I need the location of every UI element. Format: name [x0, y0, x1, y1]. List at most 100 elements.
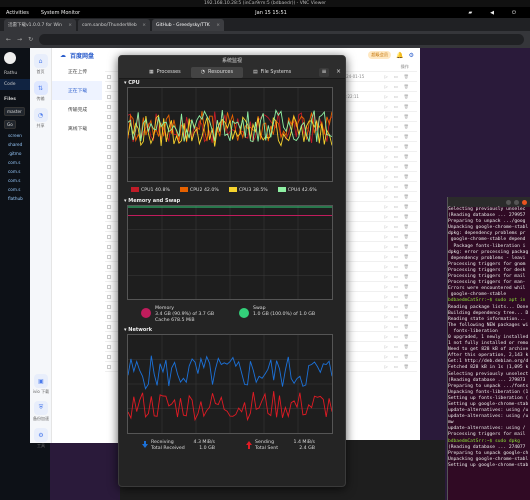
menu-item[interactable]: 离线下载 — [52, 119, 102, 138]
tab-file-systems[interactable]: ▤ File Systems — [243, 67, 301, 78]
play-icon[interactable]: ▷ — [384, 294, 387, 300]
delete-icon[interactable]: 🗑 — [404, 334, 409, 340]
play-icon[interactable]: ▷ — [384, 304, 387, 310]
play-icon[interactable]: ▷ — [384, 194, 387, 200]
transfer-icon[interactable]: ⇅ — [33, 81, 48, 95]
menu-item[interactable]: 传输完成 — [52, 100, 102, 119]
folder-icon[interactable]: ▭ — [394, 114, 398, 120]
play-icon[interactable]: ▷ — [384, 114, 387, 120]
delete-icon[interactable]: 🗑 — [404, 294, 409, 300]
delete-icon[interactable]: 🗑 — [404, 344, 409, 350]
folder-icon[interactable]: ▭ — [394, 354, 398, 360]
url-input[interactable] — [39, 34, 524, 45]
play-icon[interactable]: ▷ — [384, 144, 387, 150]
receiving-icon[interactable] — [141, 441, 149, 449]
close-icon[interactable]: × — [336, 68, 341, 75]
row-checkbox[interactable] — [107, 164, 111, 169]
row-checkbox[interactable] — [107, 194, 111, 199]
play-icon[interactable]: ▷ — [384, 214, 387, 220]
delete-icon[interactable]: 🗑 — [404, 144, 409, 150]
menu-icon[interactable]: ≡ — [319, 68, 329, 77]
row-checkbox[interactable] — [107, 114, 111, 119]
memory-color-swatch[interactable] — [141, 308, 151, 318]
row-checkbox[interactable] — [107, 134, 111, 139]
folder-icon[interactable]: ▭ — [394, 294, 398, 300]
play-icon[interactable]: ▷ — [384, 224, 387, 230]
sending-icon[interactable] — [245, 441, 253, 449]
upgrade-button[interactable]: 超级会员 — [368, 51, 392, 59]
github-logo-icon[interactable] — [4, 52, 16, 64]
play-icon[interactable]: ▷ — [384, 274, 387, 280]
play-icon[interactable]: ▷ — [384, 364, 387, 370]
folder-icon[interactable]: ▭ — [394, 184, 398, 190]
play-icon[interactable]: ▷ — [384, 204, 387, 210]
shield-icon[interactable]: ⛨ — [34, 401, 48, 415]
close-icon[interactable]: × — [216, 23, 220, 28]
row-checkbox[interactable] — [107, 334, 111, 339]
delete-icon[interactable]: 🗑 — [404, 74, 409, 80]
play-icon[interactable]: ▷ — [384, 134, 387, 140]
play-icon[interactable]: ▷ — [384, 254, 387, 260]
play-icon[interactable]: ▷ — [384, 94, 387, 100]
delete-icon[interactable]: 🗑 — [404, 224, 409, 230]
settings-icon[interactable]: ⚙ — [409, 52, 414, 59]
delete-icon[interactable]: 🗑 — [404, 104, 409, 110]
row-checkbox[interactable] — [107, 324, 111, 329]
folder-icon[interactable]: ▭ — [394, 244, 398, 250]
cpu-color-swatch[interactable] — [277, 187, 286, 192]
delete-icon[interactable]: 🗑 — [404, 244, 409, 250]
close-icon[interactable]: × — [142, 23, 146, 28]
play-icon[interactable]: ▷ — [384, 344, 387, 350]
delete-icon[interactable]: 🗑 — [404, 234, 409, 240]
cpu-color-swatch[interactable] — [179, 187, 188, 192]
folder-icon[interactable]: ▭ — [394, 254, 398, 260]
cpu-color-swatch[interactable] — [131, 187, 139, 192]
network-section-header[interactable]: Network — [124, 327, 152, 333]
delete-icon[interactable]: 🗑 — [404, 304, 409, 310]
tab-processes[interactable]: ▦ Processes — [139, 67, 191, 78]
row-checkbox[interactable] — [107, 364, 111, 369]
delete-icon[interactable]: 🗑 — [404, 204, 409, 210]
home-icon[interactable]: ⌂ — [33, 54, 48, 68]
row-checkbox[interactable] — [107, 234, 111, 239]
row-checkbox[interactable] — [107, 224, 111, 229]
memory-section-header[interactable]: Memory and Swap — [124, 198, 180, 204]
menu-item[interactable]: 正在上传 — [52, 62, 102, 81]
play-icon[interactable]: ▷ — [384, 314, 387, 320]
play-icon[interactable]: ▷ — [384, 74, 387, 80]
row-checkbox[interactable] — [107, 84, 111, 89]
play-icon[interactable]: ▷ — [384, 104, 387, 110]
play-icon[interactable]: ▷ — [384, 154, 387, 160]
row-checkbox[interactable] — [107, 284, 111, 289]
app-icon[interactable]: ▣ — [34, 374, 48, 388]
terminal-window[interactable]: Selecting previously unselec (Reading dat… — [447, 197, 530, 500]
clock[interactable]: Jan 15 15:51 — [255, 10, 287, 16]
cpu-color-swatch[interactable] — [228, 187, 237, 192]
folder-icon[interactable]: ▭ — [394, 274, 398, 280]
folder-icon[interactable]: ▭ — [394, 154, 398, 160]
delete-icon[interactable]: 🗑 — [404, 114, 409, 120]
delete-icon[interactable]: 🗑 — [404, 94, 409, 100]
bell-icon[interactable]: 🔔 — [396, 52, 403, 59]
reload-icon[interactable]: ↻ — [28, 36, 33, 43]
forward-icon[interactable]: → — [17, 36, 22, 43]
close-icon[interactable]: × — [68, 23, 72, 28]
play-icon[interactable]: ▷ — [384, 284, 387, 290]
play-icon[interactable]: ▷ — [384, 264, 387, 270]
tools-icon[interactable]: ⚙ — [34, 428, 48, 442]
delete-icon[interactable]: 🗑 — [404, 164, 409, 170]
browser-tab[interactable]: 迅雷下载v1.0.0.7 for Win × — [4, 19, 76, 31]
folder-icon[interactable]: ▭ — [394, 144, 398, 150]
go-to-file[interactable]: Go — [4, 120, 16, 129]
row-checkbox[interactable] — [107, 154, 111, 159]
row-checkbox[interactable] — [107, 244, 111, 249]
row-checkbox[interactable] — [107, 264, 111, 269]
browser-tab-active[interactable]: GitHub - Greedysky/TTK × — [152, 19, 224, 31]
row-checkbox[interactable] — [107, 304, 111, 309]
delete-icon[interactable]: 🗑 — [404, 274, 409, 280]
system-tray[interactable]: ▰ ◀ ⏻ — [462, 10, 522, 16]
folder-icon[interactable]: ▭ — [394, 164, 398, 170]
play-icon[interactable]: ▷ — [384, 244, 387, 250]
folder-icon[interactable]: ▭ — [394, 74, 398, 80]
folder-icon[interactable]: ▭ — [394, 84, 398, 90]
